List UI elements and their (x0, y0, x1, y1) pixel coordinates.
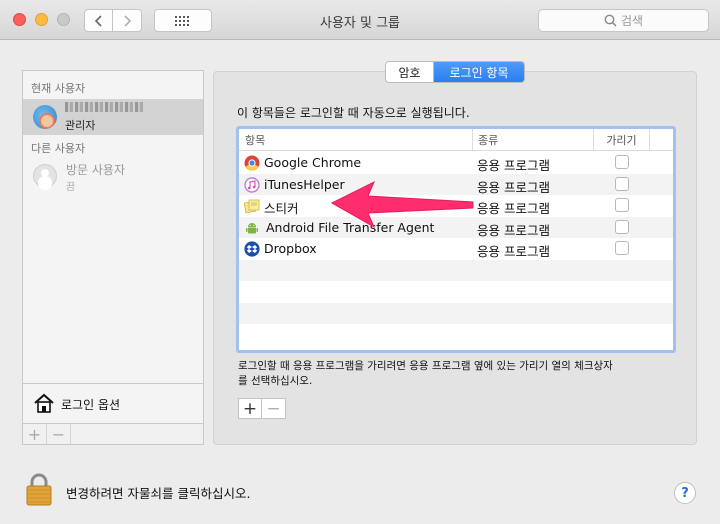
guest-avatar (33, 164, 57, 188)
tab-login-items[interactable]: 로그인 항목 (434, 62, 524, 82)
column-header-hide[interactable]: 가리기 (594, 129, 650, 151)
table-row[interactable]: Dropbox 응용 프로그램 (239, 238, 673, 260)
column-header-kind[interactable]: 종류 (473, 129, 594, 151)
lock-icon[interactable] (25, 472, 53, 506)
hide-hint-text: 로그인할 때 응용 프로그램을 가리려면 응용 프로그램 옆에 있는 가리기 열… (238, 359, 678, 389)
guest-user-status: 끔 (66, 182, 76, 193)
row-kind: 응용 프로그램 (477, 179, 550, 195)
user-list: 현재 사용자 관리자 다른 사용자 방문 사용자 끔 로그인 옵션 (22, 70, 204, 424)
hide-checkbox[interactable] (615, 198, 629, 212)
hide-checkbox[interactable] (615, 241, 629, 255)
current-user-header: 현재 사용자 (31, 82, 86, 95)
table-row[interactable]: Google Chrome 응용 프로그램 (239, 152, 673, 174)
empty-row (239, 281, 673, 303)
help-button[interactable]: ? (674, 482, 696, 504)
other-users-header: 다른 사용자 (31, 142, 86, 155)
row-kind: 응용 프로그램 (477, 222, 550, 238)
hint-line-2: 를 선택하십시오. (238, 375, 313, 387)
search-field[interactable]: 검색 (538, 9, 709, 32)
guest-user-name[interactable]: 방문 사용자 (66, 161, 125, 178)
empty-row (239, 302, 673, 324)
add-login-item-button[interactable]: + (239, 399, 263, 419)
house-icon (34, 393, 54, 413)
row-kind: 응용 프로그램 (477, 158, 550, 173)
row-kind: 응용 프로그램 (477, 201, 550, 216)
hide-checkbox[interactable] (615, 219, 629, 234)
search-icon (604, 14, 617, 27)
hide-checkbox[interactable] (615, 176, 629, 191)
annotation-arrow-icon (330, 180, 474, 229)
user-role: 관리자 (65, 119, 96, 132)
dropbox-icon (244, 241, 260, 257)
row-name: Google Chrome (264, 155, 362, 170)
user-add-remove-bar: + − (22, 424, 204, 445)
row-name: 스티커 (264, 201, 299, 216)
login-items-description: 이 항목들은 로그인할 때 자동으로 실행됩니다. (237, 106, 470, 120)
column-header-name[interactable]: 항목 (239, 129, 473, 151)
remove-login-item-button[interactable]: − (262, 399, 285, 419)
chrome-icon (244, 155, 260, 171)
empty-row (239, 259, 673, 281)
row-name: Dropbox (264, 241, 317, 256)
row-kind: 응용 프로그램 (477, 244, 550, 259)
column-header-blank (650, 129, 673, 151)
user-name-redacted (65, 102, 145, 112)
avatar (33, 105, 57, 129)
login-options-item[interactable]: 로그인 옵션 (23, 383, 203, 423)
login-item-add-remove-bar: + − (238, 398, 286, 419)
lock-status-text: 변경하려면 자물쇠를 클릭하십시오. (66, 486, 251, 501)
tab-bar: 암호 로그인 항목 (385, 61, 525, 83)
remove-user-button[interactable]: − (47, 424, 71, 444)
empty-row (239, 324, 673, 346)
search-placeholder: 검색 (620, 14, 644, 28)
hint-line-1: 로그인할 때 응용 프로그램을 가리려면 응용 프로그램 옆에 있는 가리기 열… (238, 360, 613, 372)
stickies-icon (244, 199, 260, 214)
hide-checkbox[interactable] (615, 155, 629, 169)
login-options-label: 로그인 옵션 (61, 398, 121, 412)
android-icon (246, 222, 258, 233)
login-items-table: 항목 종류 가리기 Google Chrome 응용 프로그램 iTunesHe… (236, 126, 676, 353)
add-user-button[interactable]: + (23, 424, 47, 444)
toolbar: 사용자 및 그룹 검색 (0, 0, 720, 40)
itunes-icon (244, 176, 260, 193)
tab-password[interactable]: 암호 (386, 62, 434, 82)
